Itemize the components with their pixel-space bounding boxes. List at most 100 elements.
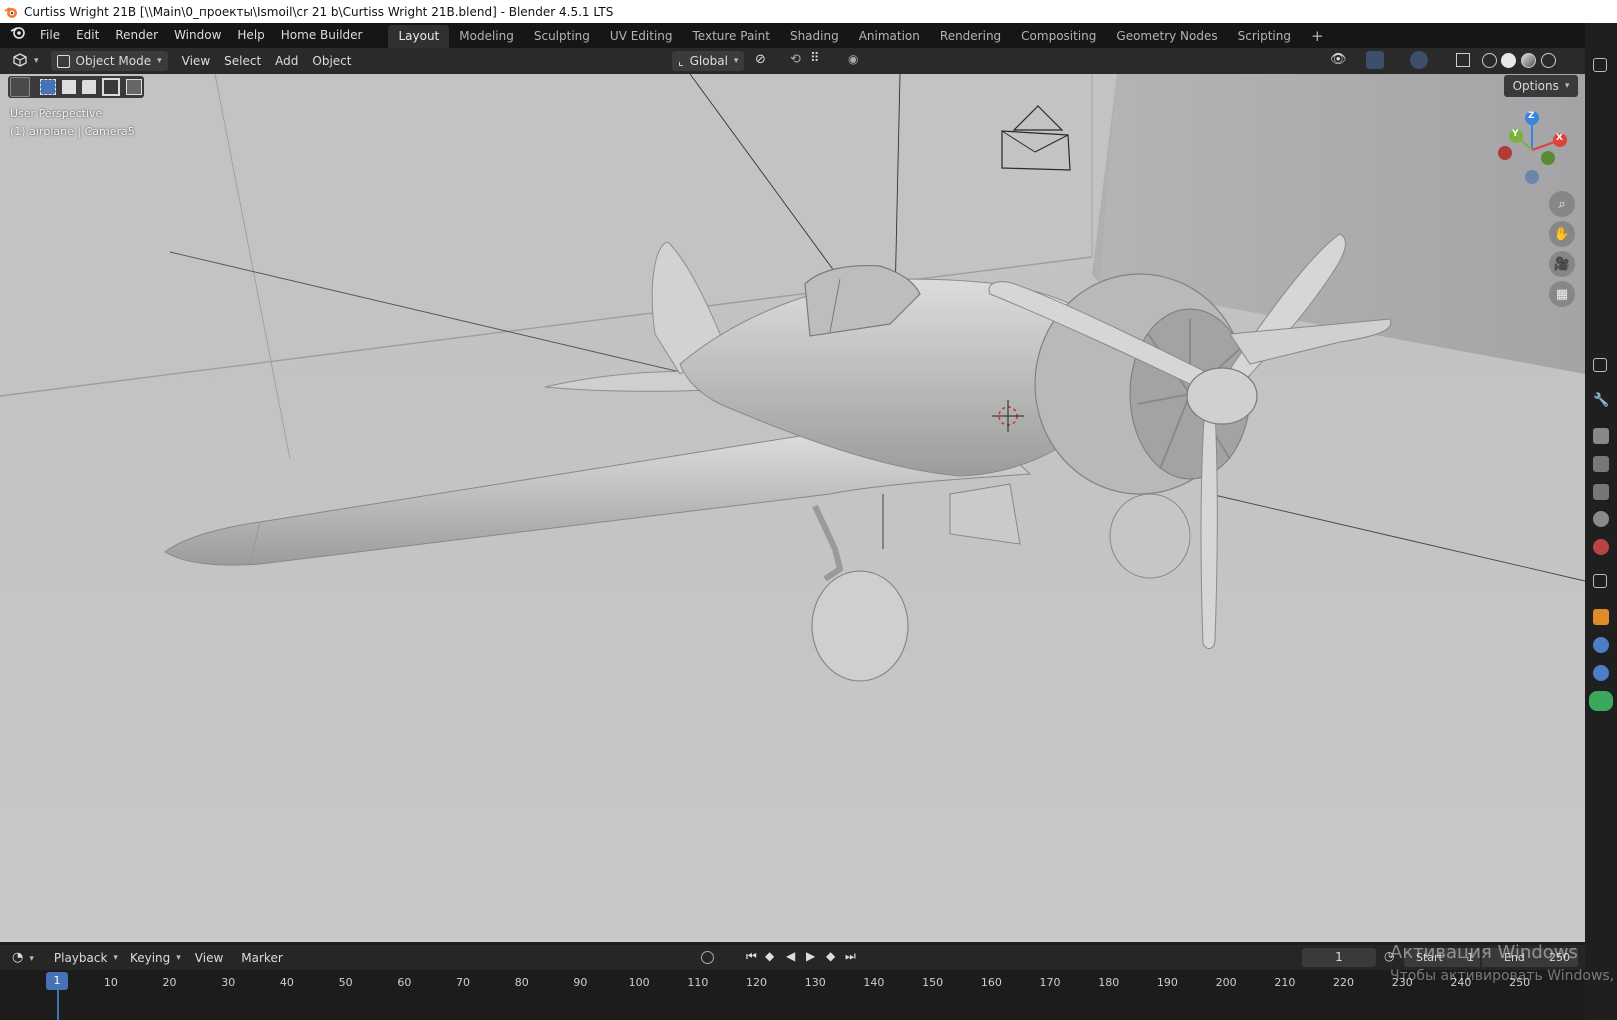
snap-icon[interactable]: ⟲ (790, 52, 801, 67)
xray-icon[interactable] (1456, 53, 1470, 67)
timeline-ruler[interactable]: 1 10 20 30 40 50 60 70 80 90 100 110 120 130 140 150 16… (0, 970, 1585, 1020)
modifier-properties-icon[interactable] (1593, 637, 1609, 653)
tab-shading[interactable]: Shading (780, 25, 849, 48)
menu-add[interactable]: Add (271, 51, 302, 71)
wireframe-shading-icon[interactable] (1482, 53, 1497, 68)
top-bar: File Edit Render Window Help Home Builde… (0, 23, 1617, 48)
tab-animation[interactable]: Animation (849, 25, 930, 48)
ruler-frame-label: 70 (456, 976, 471, 989)
render-properties-icon[interactable] (1593, 428, 1609, 444)
menu-keying[interactable]: Keying ▾ (126, 948, 185, 968)
gizmo-toggle-icon[interactable] (1366, 51, 1384, 69)
ruler-frame-label: 160 (980, 976, 1002, 989)
select-extend-icon[interactable] (62, 80, 76, 94)
jump-end-icon[interactable]: ⏭ (845, 949, 856, 964)
visibility-icon[interactable]: 👁 (1330, 52, 1347, 67)
ruler-frame-label: 90 (573, 976, 588, 989)
rendered-shading-icon[interactable] (1541, 53, 1556, 68)
record-icon[interactable] (701, 951, 714, 964)
menu-file[interactable]: File (32, 23, 68, 48)
tab-texture-paint[interactable]: Texture Paint (683, 25, 780, 48)
select-box-icon[interactable] (40, 79, 56, 95)
next-keyframe-icon[interactable]: ◆ (826, 949, 835, 963)
object-properties-icon[interactable] (1593, 609, 1609, 625)
timeline-header: ◔ ▾ Playback ▾ Keying ▾ View Marker ⏮ ◆ ◀ ▶… (0, 945, 1585, 970)
proportional-edit-icon[interactable]: ◉ (848, 52, 858, 66)
tool-settings-icon[interactable]: 🔧 (1593, 393, 1609, 409)
pivot-point-icon[interactable]: ⊘ (755, 52, 766, 67)
physics-properties-icon[interactable] (1593, 665, 1609, 681)
select-invert-icon[interactable] (102, 78, 120, 96)
viewport-header: ▾ Object Mode ▾ View Select Add Object ⌞… (0, 48, 1585, 74)
options-label: Options (1512, 79, 1559, 93)
tweak-tool-icon[interactable] (10, 77, 30, 97)
collection-properties-icon[interactable] (1593, 574, 1607, 588)
play-icon[interactable]: ▶ (806, 949, 815, 963)
blender-menu-icon[interactable] (0, 23, 32, 48)
menu-marker[interactable]: Marker (237, 948, 286, 968)
select-intersect-icon[interactable] (126, 79, 142, 95)
options-button[interactable]: Options ▾ (1504, 75, 1578, 97)
timeline-editor-icon[interactable]: ◔ ▾ (12, 950, 34, 965)
current-frame-field[interactable]: 1 (1302, 948, 1376, 967)
object-data-icon[interactable] (1589, 691, 1613, 711)
axis-y-label: Y (1512, 129, 1519, 139)
overlay-toggle-icon[interactable] (1410, 51, 1428, 69)
ruler-frame-label: 10 (103, 976, 118, 989)
zoom-icon[interactable]: ⌕ (1549, 191, 1575, 217)
menu-playback[interactable]: Playback ▾ (50, 948, 122, 968)
ruler-frame-label: 40 (279, 976, 294, 989)
outliner-icon[interactable] (1593, 58, 1607, 72)
activation-watermark-sub: Чтобы активировать Windows, п (1390, 968, 1617, 984)
view-layer-icon[interactable] (1593, 484, 1609, 500)
playhead[interactable]: 1 (46, 972, 68, 990)
scene-properties-icon[interactable] (1593, 511, 1609, 527)
prev-keyframe-icon[interactable]: ◆ (765, 949, 774, 963)
ruler-frame-label: 220 (1333, 976, 1355, 989)
ruler-frame-label: 110 (687, 976, 709, 989)
pan-hand-icon[interactable]: ✋ (1549, 221, 1575, 247)
snap-grid-icon[interactable]: ⠿ (810, 51, 820, 66)
menu-edit[interactable]: Edit (68, 23, 107, 48)
3d-viewport[interactable]: User Perspective (1) airplane | Camera5 … (0, 74, 1585, 942)
ruler-frame-label: 150 (922, 976, 944, 989)
material-shading-icon[interactable] (1521, 53, 1536, 68)
transform-orientation-dropdown[interactable]: ⌞ Global ▾ (672, 51, 745, 71)
menu-select[interactable]: Select (220, 51, 265, 71)
play-reverse-icon[interactable]: ◀ (786, 949, 795, 963)
tab-layout[interactable]: Layout (388, 25, 450, 48)
editor-type-button[interactable]: ▾ (8, 51, 43, 71)
camera-view-icon[interactable]: 🎥 (1549, 251, 1575, 277)
ortho-grid-icon[interactable]: ▦ (1549, 281, 1575, 307)
output-properties-icon[interactable] (1593, 456, 1609, 472)
tab-modeling[interactable]: Modeling (449, 25, 524, 48)
jump-start-icon[interactable]: ⏮ (746, 949, 757, 964)
tab-uv-editing[interactable]: UV Editing (600, 25, 683, 48)
chevron-down-icon: ▾ (733, 56, 739, 66)
menu-window[interactable]: Window (166, 23, 229, 48)
navigation-gizmo-icon[interactable]: Z Y X (1490, 110, 1570, 190)
add-workspace-button[interactable]: + (1301, 25, 1334, 48)
menu-view[interactable]: View (178, 51, 214, 71)
menu-help[interactable]: Help (229, 23, 272, 48)
window-title: Curtiss Wright 21B [\\Main\0_проекты\Ism… (24, 4, 614, 19)
current-frame-value: 1 (1335, 950, 1343, 964)
select-subtract-icon[interactable] (82, 80, 96, 94)
mode-dropdown[interactable]: Object Mode ▾ (50, 51, 168, 71)
properties-icon[interactable] (1593, 358, 1607, 372)
menu-object[interactable]: Object (308, 51, 355, 71)
tab-scripting[interactable]: Scripting (1228, 25, 1301, 48)
world-properties-icon[interactable] (1593, 539, 1609, 555)
tab-rendering[interactable]: Rendering (930, 25, 1011, 48)
menu-home-builder[interactable]: Home Builder (273, 23, 371, 48)
solid-shading-icon[interactable] (1501, 53, 1516, 68)
window-titlebar: Curtiss Wright 21B [\\Main\0_проекты\Ism… (0, 0, 1617, 23)
tab-compositing[interactable]: Compositing (1011, 25, 1106, 48)
tab-geometry-nodes[interactable]: Geometry Nodes (1106, 25, 1227, 48)
tab-sculpting[interactable]: Sculpting (524, 25, 600, 48)
axis-z-label: Z (1528, 111, 1535, 121)
menu-render[interactable]: Render (107, 23, 166, 48)
menu-timeline-view[interactable]: View (191, 948, 227, 968)
object-label: (1) airplane | Camera5 (10, 125, 135, 138)
ruler-frame-label: 200 (1215, 976, 1237, 989)
